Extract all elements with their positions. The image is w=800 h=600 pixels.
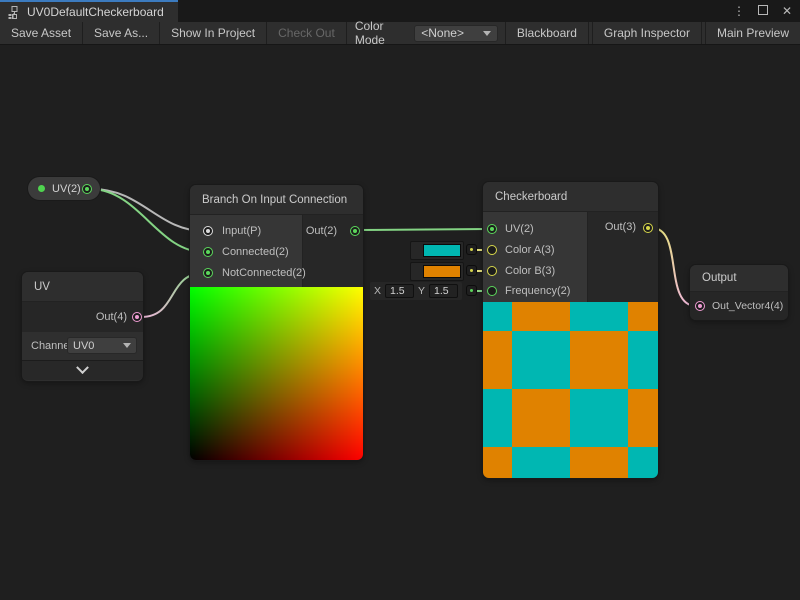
uv-node-title: UV [22, 272, 143, 302]
port-label-color-b: Color B(3) [505, 263, 555, 279]
toolbar: Save Asset Save As... Show In Project Ch… [0, 22, 800, 45]
frequency-y-label: Y [418, 285, 425, 297]
node-checkerboard[interactable]: Checkerboard UV(2) Color A(3) Color B(3)… [483, 182, 658, 478]
port-uvprop-out[interactable] [82, 184, 92, 194]
edge-uvprop-to-input [92, 189, 204, 231]
show-in-project-button[interactable]: Show In Project [160, 22, 267, 44]
tab-title: UV0DefaultCheckerboard [27, 5, 164, 19]
blackboard-toggle[interactable]: Blackboard [505, 22, 589, 44]
channel-dropdown[interactable]: UV0 [67, 337, 137, 354]
chevron-down-icon [483, 31, 491, 36]
port-label-input: Input(P) [222, 223, 261, 239]
color-a-field[interactable] [410, 241, 464, 260]
port-branch-input[interactable] [203, 226, 213, 236]
port-label-frequency: Frequency(2) [505, 283, 570, 299]
save-asset-button[interactable]: Save Asset [0, 22, 83, 44]
save-as-button[interactable]: Save As... [83, 22, 160, 44]
output-node-title: Output [690, 265, 788, 292]
check-out-button: Check Out [267, 22, 347, 44]
uv-property-label: UV(2) [52, 183, 81, 195]
color-mode-value: <None> [421, 26, 464, 40]
branch-node-title: Branch On Input Connection [190, 185, 363, 215]
edge-branchout-to-checkeruv [359, 229, 488, 230]
chevron-down-icon [76, 361, 89, 374]
color-mode-label: Color Mode [347, 22, 414, 44]
color-a-swatch[interactable] [423, 244, 461, 257]
port-label-connected: Connected(2) [222, 244, 289, 260]
frequency-y-input[interactable]: 1.5 [429, 284, 458, 298]
main-preview-toggle[interactable]: Main Preview [705, 22, 800, 44]
color-b-field[interactable] [410, 262, 464, 281]
branch-node-body: Input(P) Connected(2) NotConnected(2) Ou… [190, 215, 363, 287]
port-checker-frequency[interactable] [487, 286, 497, 296]
port-branch-connected[interactable] [203, 247, 213, 257]
node-branch-on-input-connection[interactable]: Branch On Input Connection Input(P) Conn… [190, 185, 363, 460]
frequency-x-input[interactable]: 1.5 [385, 284, 414, 298]
frequency-x-label: X [374, 285, 381, 297]
frequency-field: X 1.5 Y 1.5 [370, 282, 462, 300]
channel-label: Channe [31, 338, 70, 354]
window-menu-icon[interactable]: ⋮ [732, 0, 746, 22]
branch-uv-gradient-preview [190, 287, 363, 460]
uv-node-body: Out(4) Channe UV0 [22, 302, 143, 380]
stub-connector-color-a[interactable] [466, 244, 477, 255]
close-icon[interactable]: ✕ [780, 0, 794, 22]
port-branch-out[interactable] [350, 226, 360, 236]
window-controls: ⋮ ✕ [732, 0, 794, 22]
graph-inspector-toggle[interactable]: Graph Inspector [592, 22, 702, 44]
port-label-color-a: Color A(3) [505, 242, 555, 258]
port-label-out-vector4: Out_Vector4(4) [712, 298, 783, 314]
edge-uvprop-to-connected [92, 189, 204, 252]
port-label-uv2: UV(2) [505, 221, 534, 237]
chevron-down-icon [123, 343, 131, 348]
exposed-property-dot-icon [38, 185, 45, 192]
port-label-notconnected: NotConnected(2) [222, 265, 306, 281]
port-checker-color-a[interactable] [487, 245, 497, 255]
maximize-icon[interactable] [756, 0, 770, 22]
shader-graph-icon [8, 6, 21, 19]
node-output[interactable]: Output Out_Vector4(4) [690, 265, 788, 320]
checkerboard-preview [483, 302, 658, 478]
tab-shader-graph[interactable]: UV0DefaultCheckerboard [0, 0, 178, 22]
node-uv[interactable]: UV Out(4) Channe UV0 [22, 272, 143, 381]
port-label-out2: Out(2) [306, 223, 337, 239]
stub-connector-frequency[interactable] [466, 285, 477, 296]
checkerboard-node-body: UV(2) Color A(3) Color B(3) Frequency(2)… [483, 212, 658, 302]
color-b-swatch[interactable] [423, 265, 461, 278]
port-label-out3: Out(3) [605, 219, 636, 235]
port-output-in[interactable] [695, 301, 705, 311]
port-checker-color-b[interactable] [487, 266, 497, 276]
port-uvnode-out[interactable] [132, 312, 142, 322]
uv-preview-expander[interactable] [22, 360, 143, 380]
port-branch-notconnected[interactable] [203, 268, 213, 278]
port-checker-uv[interactable] [487, 224, 497, 234]
stub-connector-color-b[interactable] [466, 265, 477, 276]
color-mode-dropdown[interactable]: <None> [414, 25, 498, 42]
port-checker-out[interactable] [643, 223, 653, 233]
port-label-out4: Out(4) [96, 309, 127, 325]
checkerboard-node-title: Checkerboard [483, 182, 658, 212]
channel-value: UV0 [73, 340, 94, 352]
